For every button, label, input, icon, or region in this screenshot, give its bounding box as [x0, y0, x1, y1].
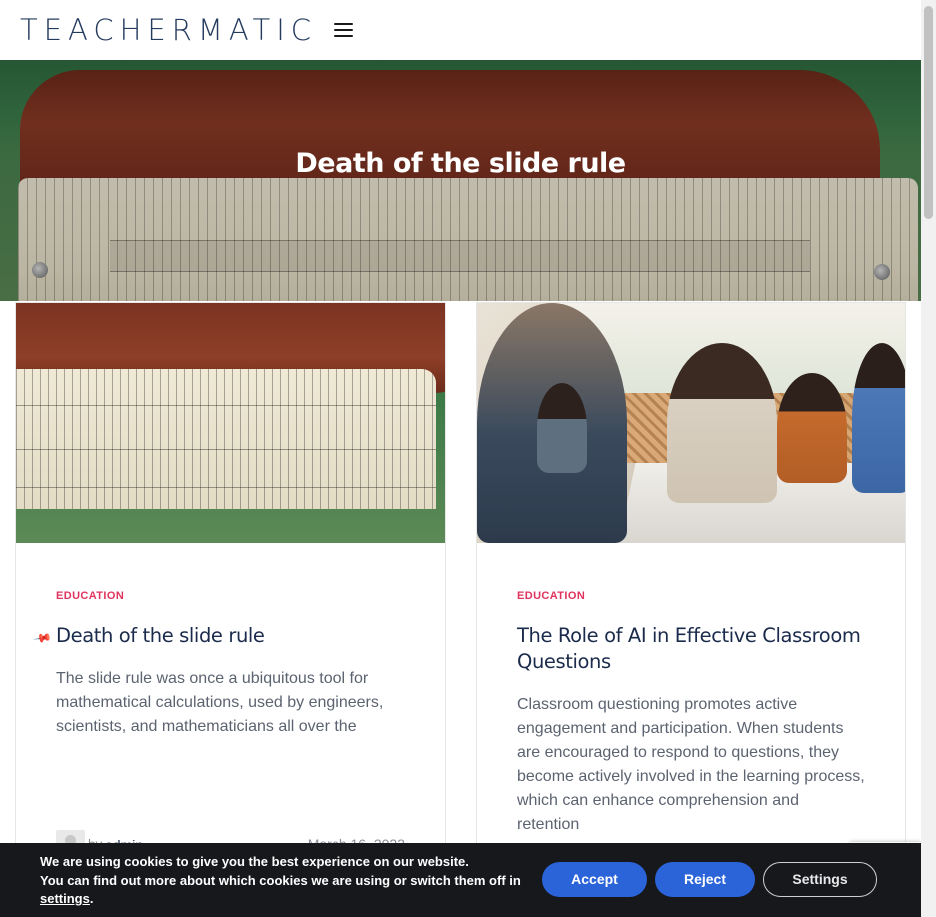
reject-cookies-button[interactable]: Reject [655, 862, 755, 897]
cookie-message-period: . [89, 891, 94, 906]
post-category[interactable]: EDUCATION [56, 590, 124, 602]
post-title[interactable]: Death of the slide rule [56, 623, 405, 649]
cookie-settings-button[interactable]: Settings [763, 862, 877, 897]
post-excerpt: Classroom questioning promotes active en… [517, 696, 865, 833]
pin-icon: 📌 [32, 628, 53, 649]
hero-banner: Death of the slide rule [0, 60, 921, 301]
post-card: EDUCATION 📌 Death of the slide rule The … [15, 302, 446, 859]
accept-cookies-button[interactable]: Accept [542, 862, 647, 897]
cookie-settings-link[interactable]: settings [40, 891, 90, 906]
post-title[interactable]: The Role of AI in Effective Classroom Qu… [517, 623, 865, 675]
post-thumbnail[interactable] [477, 303, 905, 543]
hamburger-menu-icon[interactable] [334, 22, 354, 38]
hero-title: Death of the slide rule [295, 148, 626, 179]
post-excerpt: The slide rule was once a ubiquitous too… [56, 670, 384, 735]
page-scrollbar[interactable] [921, 0, 936, 917]
site-header: TEACHERMATIC [0, 0, 921, 60]
post-thumbnail[interactable] [16, 303, 445, 543]
page: TEACHERMATIC Death of the slide rule EDU… [0, 0, 921, 917]
cookie-consent-bar: We are using cookies to give you the bes… [0, 843, 921, 917]
cookie-message: We are using cookies to give you the bes… [40, 853, 530, 909]
post-card: EDUCATION The Role of AI in Effective Cl… [476, 302, 906, 847]
post-category[interactable]: EDUCATION [517, 590, 585, 602]
scrollbar-thumb[interactable] [924, 6, 933, 219]
cookie-message-line2: You can find out more about which cookie… [40, 872, 521, 888]
cookie-message-line1: We are using cookies to give you the bes… [40, 854, 469, 869]
site-logo[interactable]: TEACHERMATIC [20, 12, 317, 48]
